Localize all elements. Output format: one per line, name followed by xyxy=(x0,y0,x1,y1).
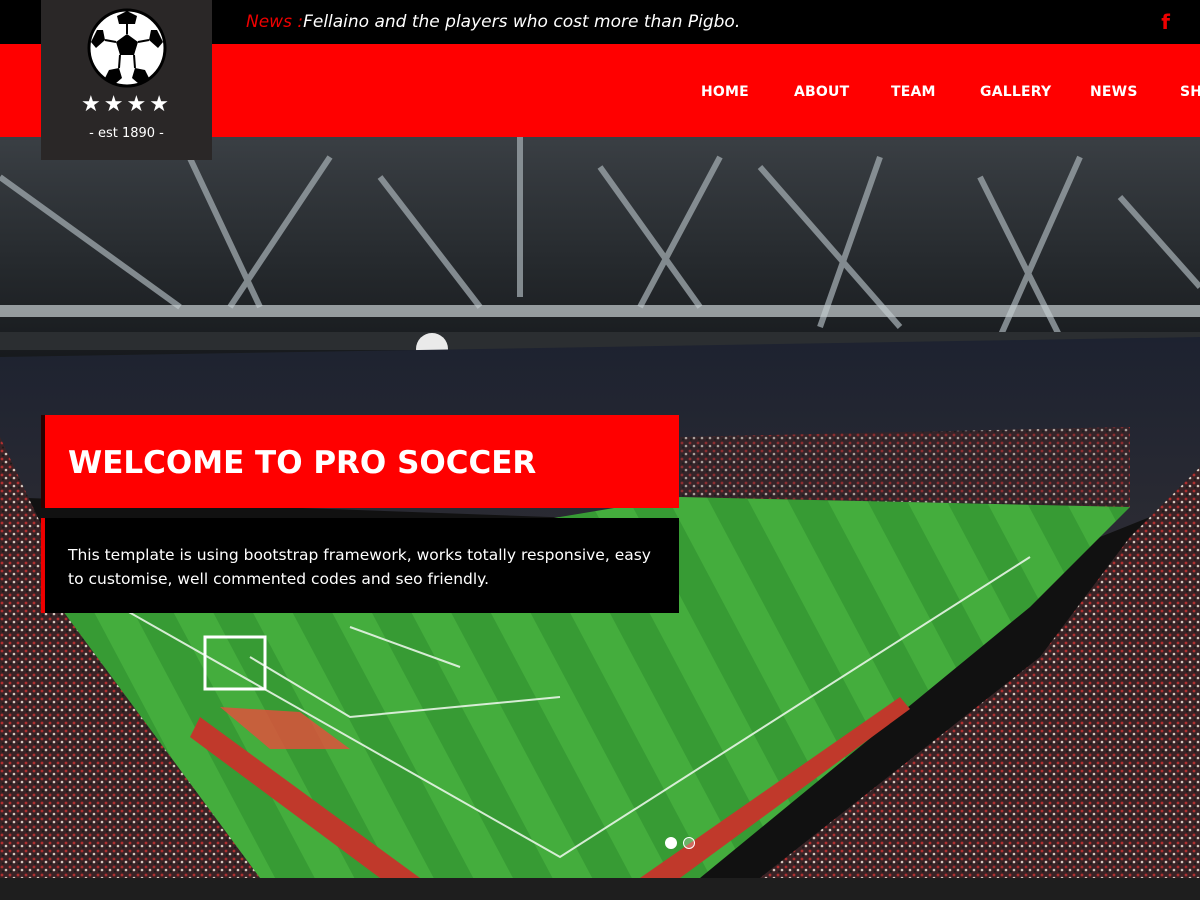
news-label: News : xyxy=(246,12,304,32)
nav-item-team[interactable]: TEAM xyxy=(891,84,936,100)
site-logo[interactable]: ★★★★ - est 1890 - xyxy=(41,0,212,160)
hero-title: WELCOME TO PRO SOCCER xyxy=(68,445,537,481)
news-headline[interactable]: Fellaino and the players who cost more t… xyxy=(303,12,740,32)
nav-item-home[interactable]: HOME xyxy=(701,84,749,100)
hero-description-box: This template is using bootstrap framewo… xyxy=(41,518,679,613)
established-label: - est 1890 - xyxy=(89,126,164,141)
footer-bar xyxy=(0,878,1200,900)
slider-dot-2[interactable] xyxy=(683,837,695,849)
rating-stars-icon: ★★★★ xyxy=(81,92,172,117)
nav-item-news[interactable]: NEWS xyxy=(1090,84,1138,100)
nav-item-about[interactable]: ABOUT xyxy=(794,84,849,100)
hero-description: This template is using bootstrap framewo… xyxy=(68,546,651,588)
facebook-icon[interactable]: f xyxy=(1161,10,1170,34)
nav-item-shop[interactable]: SHOP xyxy=(1180,84,1200,100)
slider-pagination xyxy=(665,834,701,853)
nav-item-gallery[interactable]: GALLERY xyxy=(980,84,1051,100)
news-ticker[interactable]: News :Fellaino and the players who cost … xyxy=(246,12,740,32)
slider-dot-1[interactable] xyxy=(665,837,677,849)
soccer-ball-icon xyxy=(87,8,167,88)
hero-title-box: WELCOME TO PRO SOCCER xyxy=(41,415,679,508)
